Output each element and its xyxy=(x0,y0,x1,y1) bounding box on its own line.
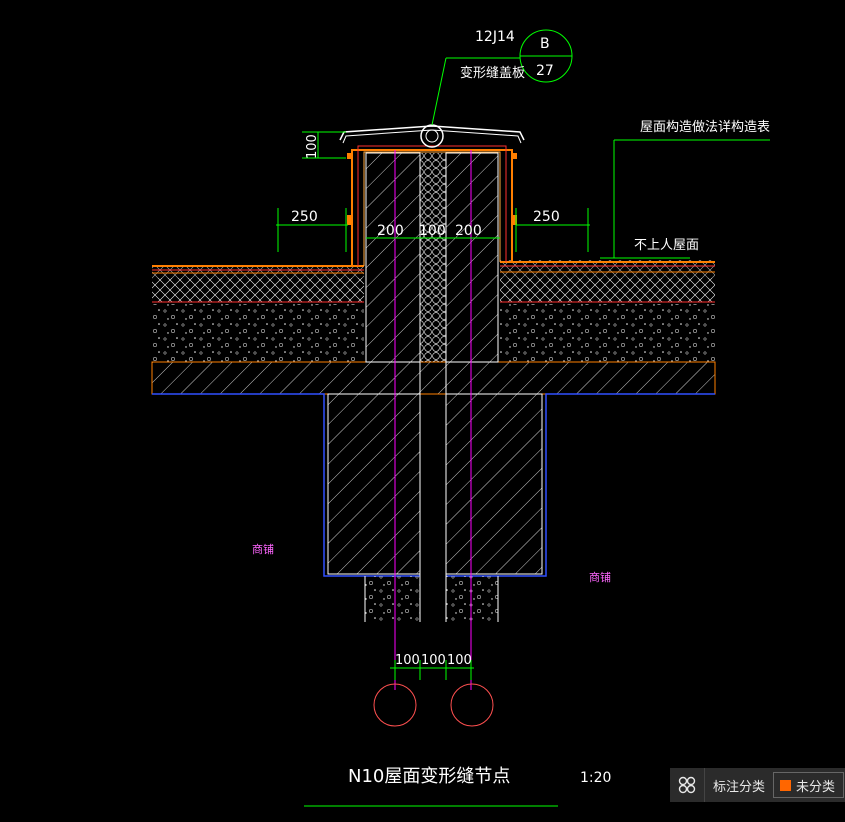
dim-250-left: 250 xyxy=(291,209,318,225)
grid-icon[interactable] xyxy=(670,768,705,802)
pile-right xyxy=(450,683,494,727)
reference-code: 12J14 xyxy=(475,29,515,45)
roof-buildup-left xyxy=(152,265,364,362)
room-label-left: 商铺 xyxy=(252,542,274,556)
dim-bottom-2: 100 xyxy=(421,653,446,668)
dim-200-right: 200 xyxy=(455,223,482,239)
drawing-scale: 1:20 xyxy=(580,770,611,786)
dim-100-mid: 100 xyxy=(419,223,446,239)
expansion-joint-cover xyxy=(339,124,525,148)
spec-label: 屋面构造做法详构造表 xyxy=(640,120,770,135)
annotation-category-label: 标注分类 xyxy=(713,779,766,795)
category-color-swatch xyxy=(780,779,792,791)
drawing-title: N10屋面变形缝节点 xyxy=(348,766,510,787)
room-label-right: 商铺 xyxy=(589,570,611,584)
parapet-walls xyxy=(347,145,517,363)
roof-label: 不上人屋面 xyxy=(634,238,699,253)
pile-left xyxy=(373,683,417,727)
dim-250-right: 250 xyxy=(533,209,560,225)
roof-buildup-right xyxy=(500,260,715,362)
cover-plate-label: 变形缝盖板 xyxy=(460,65,525,81)
dim-bottom-1: 100 xyxy=(395,653,420,668)
cad-drawing[interactable]: 12J14 B 27 变形缝盖板 屋面构造做法详构造表 不上人屋面 商铺 商铺 … xyxy=(0,0,845,822)
dim-200-left: 200 xyxy=(377,223,404,239)
concrete-structure xyxy=(151,361,716,622)
dim-100-vertical: 100 xyxy=(305,134,320,159)
category-value: 未分类 xyxy=(796,779,836,795)
category-selector[interactable]: 未分类 xyxy=(773,772,845,798)
annotation-toolbar: 标注分类 未分类 xyxy=(670,768,845,802)
dim-bottom-3: 100 xyxy=(447,653,472,668)
callout-bottom-label: 27 xyxy=(536,63,554,79)
callout-top-label: B xyxy=(540,36,550,52)
